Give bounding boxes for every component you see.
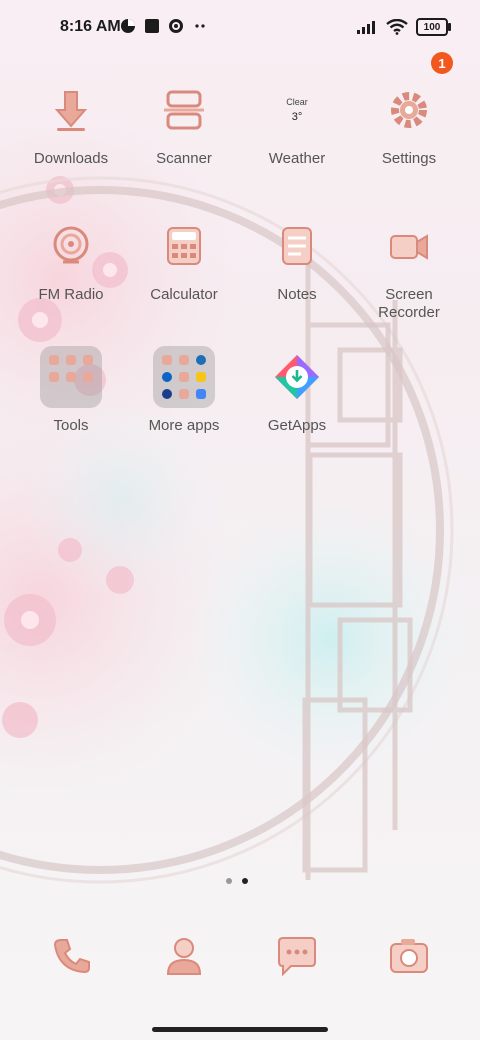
square-notification-icon bbox=[145, 19, 159, 33]
app-label: Weather bbox=[268, 150, 326, 167]
radio-icon bbox=[39, 214, 103, 278]
gesture-navigation-bar[interactable] bbox=[152, 1027, 328, 1032]
download-icon bbox=[39, 78, 103, 142]
app-settings[interactable]: 1 Settings bbox=[353, 52, 465, 168]
app-label: GetApps bbox=[267, 417, 327, 434]
app-screen-recorder[interactable]: Screen Recorder bbox=[353, 214, 465, 322]
page-indicator[interactable] bbox=[226, 878, 248, 884]
messages-icon bbox=[265, 924, 329, 988]
app-getapps[interactable]: GetApps bbox=[241, 345, 353, 435]
page-dot[interactable] bbox=[226, 878, 232, 884]
getapps-icon bbox=[265, 345, 329, 409]
folder-tools[interactable]: Tools bbox=[15, 345, 127, 435]
app-label: Settings bbox=[381, 150, 437, 167]
app-weather[interactable]: Clear 3° Weather bbox=[241, 78, 353, 168]
more-dots-icon bbox=[195, 24, 205, 28]
dock-contacts[interactable] bbox=[128, 924, 240, 988]
scanner-icon bbox=[152, 78, 216, 142]
settings-gear-icon: 1 bbox=[377, 52, 453, 142]
dock bbox=[0, 924, 480, 988]
dock-messages[interactable] bbox=[241, 924, 353, 988]
app-downloads[interactable]: Downloads bbox=[15, 78, 127, 168]
status-time: 8:16 AM bbox=[60, 18, 121, 35]
app-label: Notes bbox=[277, 286, 317, 303]
app-fm-radio[interactable]: FM Radio bbox=[15, 214, 127, 304]
notes-icon bbox=[265, 214, 329, 278]
folder-more-apps[interactable]: More apps bbox=[128, 345, 240, 435]
contacts-icon bbox=[152, 924, 216, 988]
page-dot-active[interactable] bbox=[242, 878, 248, 884]
app-label: Calculator bbox=[150, 286, 218, 303]
notification-badge: 1 bbox=[431, 52, 453, 74]
folder-icon bbox=[152, 345, 216, 409]
weather-widget-icon: Clear 3° bbox=[265, 78, 329, 142]
app-scanner[interactable]: Scanner bbox=[128, 78, 240, 168]
gear-icon bbox=[169, 19, 183, 33]
app-label: Scanner bbox=[156, 150, 212, 167]
app-label: Tools bbox=[53, 417, 89, 434]
status-bar: 8:16 AM 100 bbox=[0, 0, 480, 56]
video-camera-icon bbox=[377, 214, 441, 278]
app-notes[interactable]: Notes bbox=[241, 214, 353, 304]
home-screen: 8:16 AM 100 Downloads Scanner Clear 3° W… bbox=[0, 0, 480, 1040]
dock-camera[interactable] bbox=[353, 924, 465, 988]
app-label: More apps bbox=[148, 417, 220, 434]
app-label: Downloads bbox=[33, 150, 109, 167]
battery-icon: 100 bbox=[416, 18, 451, 36]
battery-level: 100 bbox=[423, 21, 441, 33]
status-right-icons: 100 bbox=[356, 18, 451, 36]
wifi-icon bbox=[386, 19, 408, 35]
signal-icon bbox=[357, 21, 375, 34]
weather-condition: Clear bbox=[286, 97, 308, 107]
phone-icon bbox=[39, 924, 103, 988]
app-label: FM Radio bbox=[38, 286, 104, 303]
app-calculator[interactable]: Calculator bbox=[128, 214, 240, 304]
data-saver-icon bbox=[121, 19, 135, 33]
dock-phone[interactable] bbox=[15, 924, 127, 988]
camera-icon bbox=[377, 924, 441, 988]
weather-temp: 3° bbox=[291, 111, 303, 123]
app-label: Screen Recorder bbox=[378, 286, 440, 321]
status-left-icons bbox=[120, 18, 208, 34]
folder-icon bbox=[39, 345, 103, 409]
calculator-icon bbox=[152, 214, 216, 278]
